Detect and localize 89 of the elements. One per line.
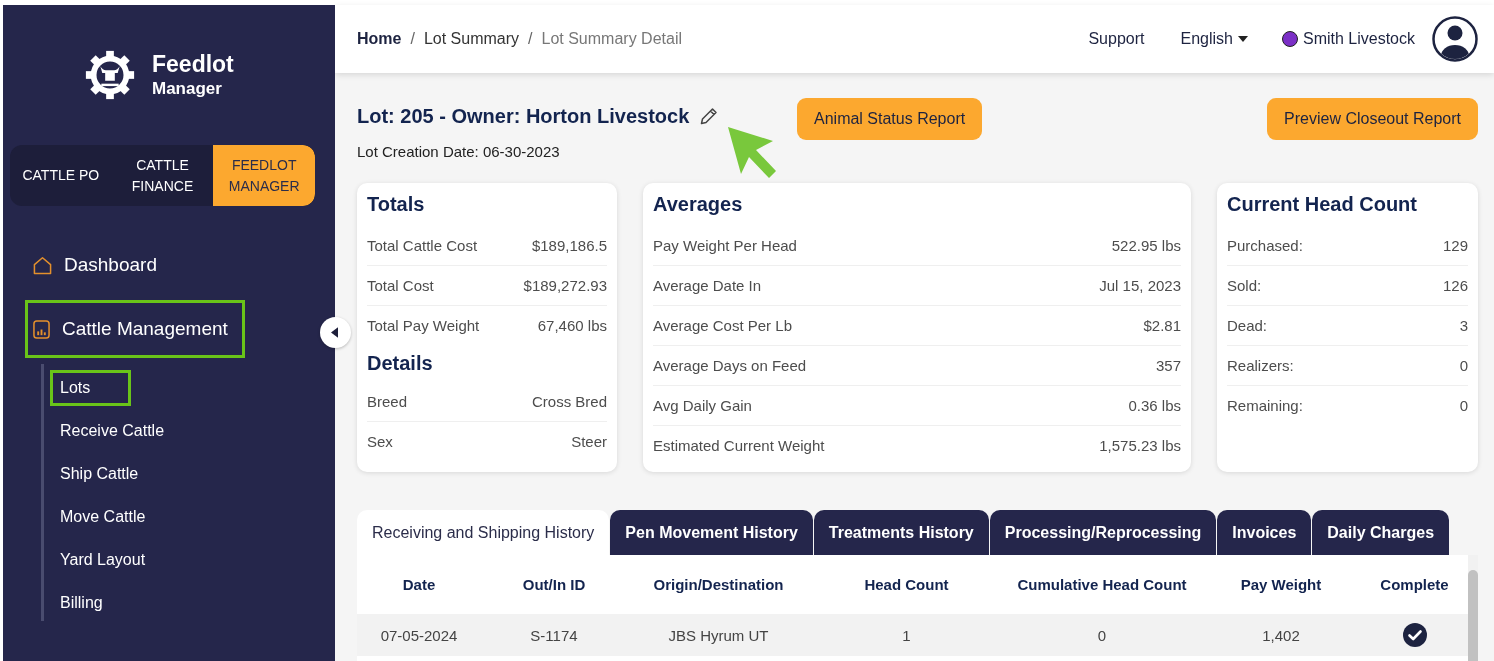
language-dropdown[interactable]: English xyxy=(1180,30,1248,48)
row-label: Sold: xyxy=(1227,277,1262,294)
row-value: 67,460 lbs xyxy=(537,317,607,334)
submenu-item[interactable]: Lots xyxy=(50,370,132,406)
column-header: Pay Weight xyxy=(1239,575,1323,595)
row-label: Sex xyxy=(367,433,393,450)
column-header: Out/In ID xyxy=(521,575,587,595)
row-value: Jul 15, 2023 xyxy=(1099,277,1181,294)
row-label: Breed xyxy=(367,392,408,410)
table-cell-text: 0 xyxy=(1096,625,1108,646)
column-header: Date xyxy=(401,575,437,595)
row-label: Realizers: xyxy=(1227,357,1294,374)
row-value: 0.36 lbs xyxy=(1128,397,1181,414)
row-label: Remaining: xyxy=(1227,397,1303,414)
row-value: 1,575.23 lbs xyxy=(1099,437,1181,454)
tab[interactable]: Treatments History xyxy=(813,510,989,555)
card-heading: Current Head Count xyxy=(1227,191,1418,217)
row-value: 357 xyxy=(1155,357,1181,374)
pencil-icon[interactable] xyxy=(699,106,720,126)
sidebar-item[interactable]: Dashboard xyxy=(25,236,174,294)
row-label: Estimated Current Weight xyxy=(653,437,825,454)
row-label: Average Cost Per Lb xyxy=(653,317,792,334)
logo-subtitle: Manager xyxy=(152,78,223,100)
row-value: 522.95 lbs xyxy=(1111,236,1181,254)
app-switch-tab[interactable]: FEEDLOT MANAGER xyxy=(213,145,315,206)
chart-icon xyxy=(33,319,50,339)
row-value: $189,186.5 xyxy=(531,236,607,254)
breadcrumb-current: Lot Summary Detail xyxy=(541,30,682,48)
caret-down-icon xyxy=(1237,36,1248,42)
breadcrumb-link[interactable]: Home xyxy=(357,30,402,48)
collapse-button[interactable] xyxy=(320,317,351,348)
table-cell-text: JBS Hyrum UT xyxy=(667,625,770,646)
row-value: $2.81 xyxy=(1143,317,1181,334)
breadcrumb-separator: / xyxy=(410,30,415,48)
submenu-item[interactable]: Yard Layout xyxy=(50,542,187,578)
house-icon xyxy=(33,255,52,275)
row-label: Dead: xyxy=(1227,317,1268,334)
row-label: Pay Weight Per Head xyxy=(653,236,797,254)
row-label: Total Pay Weight xyxy=(367,317,480,334)
row-value: 0 xyxy=(1459,357,1468,374)
logo-title: Feedlot xyxy=(152,50,234,78)
row-value: 0 xyxy=(1459,397,1468,414)
breadcrumb-link[interactable]: Lot Summary xyxy=(423,30,520,48)
lot-creation-date: Lot Creation Date: 06-30-2023 xyxy=(357,142,561,162)
row-value: $189,272.93 xyxy=(523,277,607,294)
tab[interactable]: Processing/Reprocessing xyxy=(989,510,1217,555)
status-dot-icon xyxy=(1281,31,1298,47)
row-label: Total Cattle Cost xyxy=(367,236,478,254)
row-value: Steer xyxy=(571,433,607,450)
table-cell-text: 07-05-2024 xyxy=(379,625,459,646)
row-value: 3 xyxy=(1459,317,1468,334)
submenu-item[interactable]: Receive Cattle xyxy=(50,413,206,449)
submenu-item[interactable]: Ship Cattle xyxy=(50,456,180,492)
row-value: 129 xyxy=(1442,236,1468,254)
column-header: Origin/Destination xyxy=(652,575,785,595)
card-heading: Totals xyxy=(367,191,426,217)
tab[interactable]: Receiving and Shipping History xyxy=(357,510,610,555)
caret-left-icon xyxy=(331,327,338,338)
table-cell-text: 1 xyxy=(901,625,912,646)
column-header: Cumulative Head Count xyxy=(1016,575,1188,595)
card-heading: Averages xyxy=(653,191,744,217)
avatar-icon[interactable] xyxy=(1432,16,1478,62)
report-button[interactable]: Animal Status Report xyxy=(797,98,983,140)
card-heading: Details xyxy=(367,350,434,376)
breadcrumb-separator: / xyxy=(528,30,533,48)
tab[interactable]: Daily Charges xyxy=(1312,510,1450,555)
row-label: Average Date In xyxy=(653,277,762,294)
account-button[interactable]: Smith Livestock xyxy=(1281,30,1415,48)
app-switch-tab[interactable]: CATTLE PO xyxy=(10,145,112,206)
submenu-item[interactable]: Billing xyxy=(50,585,144,621)
report-button[interactable]: Preview Closeout Report xyxy=(1267,98,1478,140)
submenu-item[interactable]: Move Cattle xyxy=(50,499,187,535)
row-label: Total Cost xyxy=(367,277,434,294)
table-cell-text: S-1174 xyxy=(529,625,579,646)
tab[interactable]: Invoices xyxy=(1217,510,1312,555)
row-label: Purchased: xyxy=(1227,236,1303,254)
sidebar-item[interactable]: Cattle Management xyxy=(25,300,245,358)
tab[interactable]: Pen Movement History xyxy=(610,510,813,555)
column-header: Head Count xyxy=(863,575,950,595)
column-header: Complete xyxy=(1379,575,1450,595)
support-link[interactable]: Support xyxy=(1088,30,1145,48)
pointer-arrow-icon xyxy=(727,126,777,180)
app-switch-tab[interactable]: CATTLE FINANCE xyxy=(111,145,214,206)
row-value: 126 xyxy=(1442,277,1468,294)
row-label: Average Days on Feed xyxy=(653,357,807,374)
lot-title: Lot: 205 - Owner: Horton Livestock xyxy=(357,104,690,128)
row-label: Avg Daily Gain xyxy=(653,397,752,414)
row-value: Cross Bred xyxy=(531,392,607,410)
table-cell-text: 1,402 xyxy=(1261,625,1301,646)
